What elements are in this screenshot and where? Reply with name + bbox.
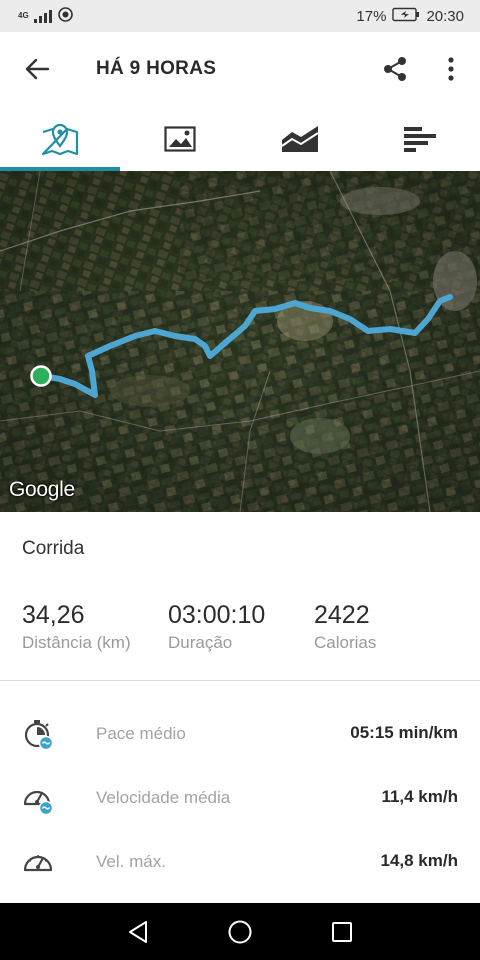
stat-value: 2422 — [314, 601, 370, 629]
speedometer-icon — [23, 855, 53, 872]
google-attribution: Google — [9, 478, 75, 501]
metric-label: Pace médio — [96, 724, 186, 743]
app-bar: HÁ 9 HORAS — [0, 32, 480, 106]
stat-calories: 2422 Calorias — [314, 600, 376, 653]
satellite-map — [0, 171, 480, 512]
metric-row-avg-speed: Velocidade média 11,4 km/h — [0, 774, 480, 826]
system-nav-bar — [0, 903, 480, 960]
status-right: 17% 20:30 — [356, 7, 464, 26]
battery-icon — [392, 7, 420, 26]
speedometer-avg-icon — [23, 790, 54, 814]
circle-home-icon — [228, 920, 252, 944]
network-type: 4G — [18, 11, 29, 20]
battery-percent: 17% — [356, 7, 387, 25]
stat-label: Duração — [168, 633, 233, 652]
map-pin-icon — [41, 123, 79, 155]
status-left: 4G — [18, 6, 73, 26]
divider — [0, 680, 480, 681]
notification-icon — [58, 6, 73, 26]
stat-value: 03:00:10 — [168, 601, 266, 629]
stat-value: 34,26 — [22, 601, 85, 629]
nav-back-button[interactable] — [120, 917, 156, 947]
tab-bar — [0, 106, 480, 171]
metric-row-max-speed: Vel. máx. 14,8 km/h — [0, 838, 480, 890]
metric-label: Vel. máx. — [96, 852, 166, 871]
triangle-back-icon — [129, 921, 147, 943]
bars-icon — [404, 126, 436, 152]
stopwatch-icon — [24, 720, 54, 750]
metric-value: 11,4 km/h — [381, 787, 458, 806]
page-title: HÁ 9 HORAS — [96, 58, 217, 79]
metric-value: 14,8 km/h — [380, 851, 459, 870]
back-button[interactable] — [18, 52, 56, 86]
tab-charts[interactable] — [240, 106, 360, 171]
stat-distance: 34,26 Distância (km) — [22, 600, 131, 653]
share-icon — [384, 57, 406, 81]
nav-home-button[interactable] — [222, 917, 258, 947]
arrow-left-icon — [25, 58, 50, 80]
square-recents-icon — [332, 922, 352, 942]
image-icon — [164, 125, 196, 152]
metric-value: 05:15 min/km — [350, 723, 458, 742]
stat-label: Calorias — [314, 633, 377, 652]
tab-map[interactable] — [0, 106, 120, 171]
tab-splits[interactable] — [360, 106, 480, 171]
start-marker — [30, 365, 52, 387]
more-options-button[interactable] — [436, 52, 466, 86]
activity-type: Corrida — [22, 538, 85, 559]
stat-label: Distância (km) — [22, 633, 131, 652]
route-map[interactable] — [0, 171, 480, 512]
nav-recents-button[interactable] — [324, 917, 360, 947]
stats-row: 34,26 Distância (km) 03:00:10 Duração 24… — [22, 600, 462, 660]
clock: 20:30 — [426, 7, 464, 25]
share-button[interactable] — [376, 52, 414, 86]
more-vert-icon — [448, 57, 454, 81]
stat-duration: 03:00:10 Duração — [168, 600, 265, 653]
signal-icon — [34, 9, 52, 23]
metric-row-pace: Pace médio 05:15 min/km — [0, 710, 480, 762]
status-bar: 4G 17% 20:30 — [0, 0, 480, 32]
area-chart-icon — [281, 125, 319, 152]
tab-photos[interactable] — [120, 106, 240, 171]
metric-label: Velocidade média — [96, 788, 231, 807]
